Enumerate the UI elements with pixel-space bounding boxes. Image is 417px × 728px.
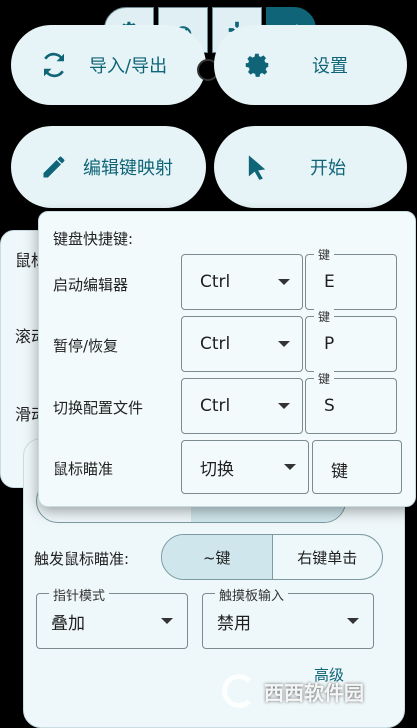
touchpad-input-legend: 触摸板输入 xyxy=(215,585,289,604)
trigger-label: 触发鼠标瞄准: xyxy=(34,550,130,568)
trigger-segmented-control: ~键 右键单击 xyxy=(161,534,383,580)
aim-mode-value: 切换 xyxy=(200,459,234,480)
key-legend: 键 xyxy=(314,308,335,325)
chevron-down-icon xyxy=(284,464,296,470)
modifier-value: Ctrl xyxy=(200,396,231,416)
gear-icon xyxy=(240,48,274,82)
shortcut-label: 启动编辑器 xyxy=(53,276,129,294)
aim-key-value: 键 xyxy=(331,462,348,482)
start-button[interactable]: 开始 xyxy=(214,126,407,208)
key-value: P xyxy=(324,334,335,354)
settings-button[interactable]: 设置 xyxy=(214,25,407,105)
chevron-down-icon xyxy=(347,618,359,624)
modifier-select[interactable]: Ctrl xyxy=(181,378,303,434)
pointer-mode-value: 叠加 xyxy=(51,613,85,634)
shortcut-label: 暂停/恢复 xyxy=(53,337,119,355)
edit-mapping-label: 编辑键映射 xyxy=(83,158,173,179)
sync-icon xyxy=(37,48,71,82)
settings-label: 设置 xyxy=(312,56,348,77)
chevron-down-icon xyxy=(278,403,290,409)
watermark-logo: 西西软件园 xyxy=(222,670,412,712)
popup-title: 键盘快捷键: xyxy=(53,230,134,248)
cursor-icon xyxy=(240,150,274,184)
key-value: E xyxy=(324,272,335,292)
modifier-value: Ctrl xyxy=(200,272,231,292)
key-value: S xyxy=(324,396,335,416)
import-export-button[interactable]: 导入/导出 xyxy=(11,25,206,105)
touchpad-input-select[interactable]: 触摸板输入 禁用 xyxy=(202,585,374,649)
edit-mapping-button[interactable]: 编辑键映射 xyxy=(11,126,206,208)
aim-mode-select[interactable]: 切换 xyxy=(181,440,309,494)
trigger-option-right-click[interactable]: 右键单击 xyxy=(273,535,383,579)
key-field[interactable]: 键 P xyxy=(305,308,397,372)
modifier-value: Ctrl xyxy=(200,334,231,354)
modifier-select[interactable]: Ctrl xyxy=(181,316,303,372)
trigger-option-tilde[interactable]: ~键 xyxy=(162,535,273,579)
pencil-icon xyxy=(37,150,71,184)
watermark-text: 西西软件园 xyxy=(264,680,364,705)
import-export-label: 导入/导出 xyxy=(89,56,168,77)
pointer-mode-legend: 指针模式 xyxy=(49,585,110,604)
keyboard-shortcuts-popup: 键盘快捷键: 启动编辑器 Ctrl 键 E 暂停/恢复 Ctrl 键 P 切换配… xyxy=(38,211,416,507)
touchpad-input-value: 禁用 xyxy=(217,613,251,634)
modifier-select[interactable]: Ctrl xyxy=(181,254,303,310)
aim-label: 鼠标瞄准 xyxy=(53,460,114,478)
shortcut-label: 切换配置文件 xyxy=(53,399,144,417)
chevron-down-icon xyxy=(278,341,290,347)
aim-key-field[interactable]: 键 xyxy=(312,440,402,494)
start-label: 开始 xyxy=(310,158,346,179)
key-field[interactable]: 键 S xyxy=(305,370,397,434)
chevron-down-icon xyxy=(161,618,173,624)
key-field[interactable]: 键 E xyxy=(305,246,397,310)
key-legend: 键 xyxy=(314,246,335,263)
chevron-down-icon xyxy=(278,279,290,285)
key-legend: 键 xyxy=(314,370,335,387)
pointer-mode-select[interactable]: 指针模式 叠加 xyxy=(36,585,188,649)
watermark-c-icon xyxy=(222,674,256,708)
